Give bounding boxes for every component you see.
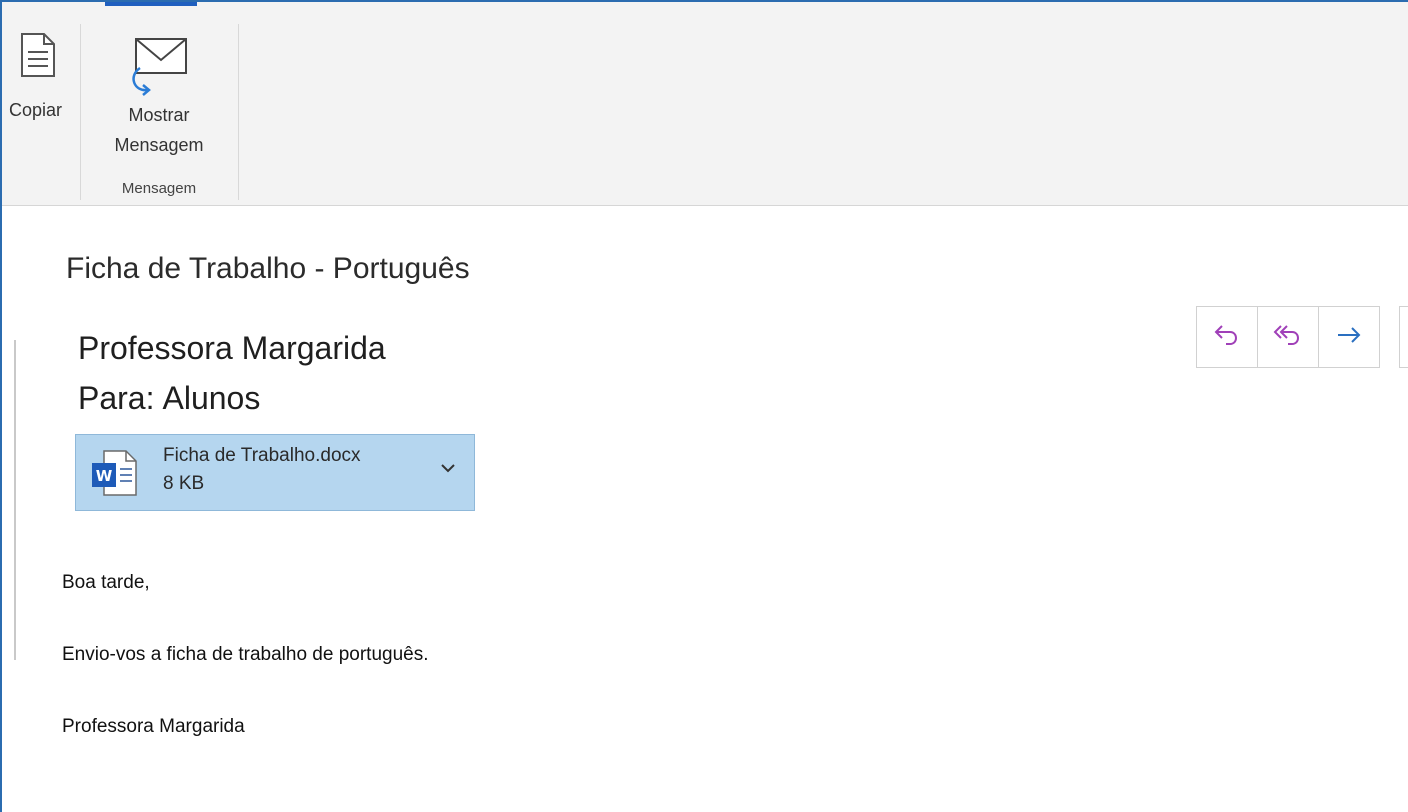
chevron-down-icon[interactable] bbox=[438, 461, 458, 480]
svg-text:W: W bbox=[96, 467, 113, 485]
ribbon-separator bbox=[238, 24, 239, 200]
body-line: Envio-vos a ficha de trabalho de portugu… bbox=[62, 644, 429, 665]
copy-label: Copiar bbox=[8, 100, 62, 120]
document-icon bbox=[20, 32, 56, 83]
envelope-icon bbox=[124, 36, 194, 101]
attachment-name: Ficha de Trabalho.docx bbox=[163, 445, 361, 466]
active-tab-indicator bbox=[105, 2, 197, 6]
more-actions-button[interactable] bbox=[1399, 306, 1408, 368]
word-doc-icon: W bbox=[90, 449, 140, 502]
body-signature: Professora Margarida bbox=[62, 716, 245, 737]
attachment-card[interactable]: W Ficha de Trabalho.docx 8 KB bbox=[75, 434, 475, 511]
ribbon: Copiar Mostrar Mensagem Mensagem bbox=[2, 2, 1408, 206]
forward-button[interactable] bbox=[1318, 306, 1380, 368]
forward-icon bbox=[1334, 322, 1364, 353]
show-message-label-1: Mostrar bbox=[128, 105, 190, 125]
copy-button[interactable]: Copiar bbox=[2, 2, 80, 172]
message-sender[interactable]: Professora Margarida bbox=[78, 330, 386, 367]
to-label: Para: bbox=[78, 380, 155, 416]
attachment-size: 8 KB bbox=[163, 473, 205, 494]
reply-button[interactable] bbox=[1196, 306, 1258, 368]
reply-icon bbox=[1212, 322, 1242, 353]
reply-all-icon bbox=[1272, 322, 1304, 353]
ribbon-group-label: Mensagem bbox=[121, 180, 197, 197]
message-recipients: Para: Alunos bbox=[78, 380, 260, 417]
message-subject: Ficha de Trabalho - Português bbox=[66, 252, 470, 285]
to-value[interactable]: Alunos bbox=[162, 380, 260, 416]
body-greeting: Boa tarde, bbox=[62, 572, 150, 593]
ribbon-separator bbox=[80, 24, 81, 200]
reading-pane-divider bbox=[14, 340, 16, 660]
message-actions bbox=[1196, 306, 1408, 368]
reply-all-button[interactable] bbox=[1257, 306, 1319, 368]
show-message-button[interactable]: Mostrar Mensagem bbox=[84, 12, 234, 172]
show-message-label-2: Mensagem bbox=[114, 135, 204, 155]
